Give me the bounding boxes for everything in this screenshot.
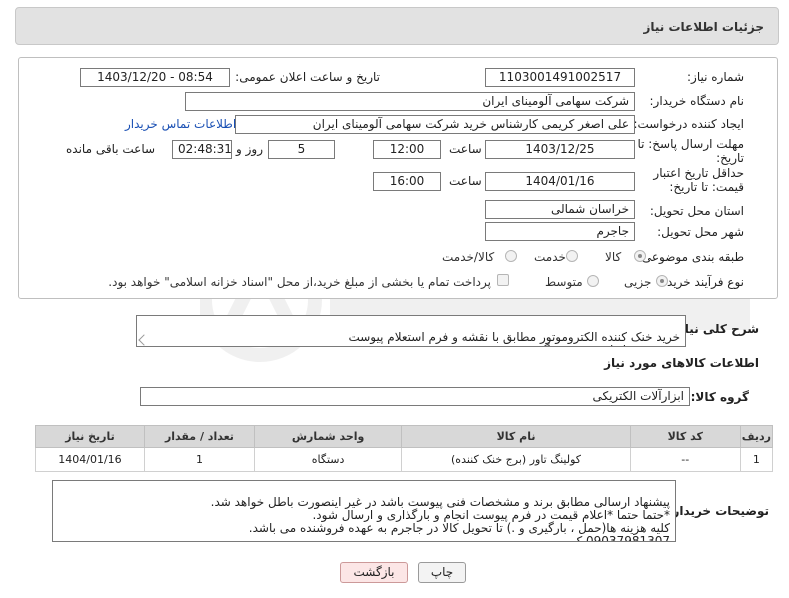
city-field: جاجرم (485, 222, 635, 241)
remaining-time-label: ساعت باقی مانده (66, 142, 156, 156)
need-number-field: 1103001491002517 (485, 68, 635, 87)
buyer-contact-link[interactable]: اطلاعات تماس خریدار (125, 117, 236, 131)
col-row: ردیف (739, 425, 774, 448)
col-name: نام کالا (401, 425, 631, 448)
goods-info-title: اطلاعات کالاهای مورد نیاز (604, 356, 759, 370)
deadline-days-field: 5 (268, 140, 335, 159)
buyer-org-label: نام دستگاه خریدار: (649, 94, 745, 108)
print-button[interactable]: چاپ (418, 562, 466, 583)
deadline-days-label: روز و (236, 142, 263, 156)
treasury-payment-note: پرداخت تمام یا بخشی از مبلغ خرید،از محل … (108, 275, 491, 289)
province-field: خراسان شمالی (485, 200, 635, 219)
process-medium-label: متوسط (545, 275, 583, 289)
goods-table: ردیف کد کالا نام کالا واحد شمارش تعداد /… (35, 425, 774, 472)
process-radio-minor[interactable] (656, 275, 668, 287)
cell-code: -- (629, 447, 741, 472)
buyer-notes-box[interactable]: پیشنهاد ارسالی مطابق برند و مشخصات فنی پ… (52, 480, 676, 542)
requester-label: ایجاد کننده درخواست: (633, 117, 744, 131)
goods-group-label: گروه کالا: (690, 390, 749, 404)
category-service-label: خدمت (534, 250, 566, 264)
category-radio-service[interactable] (566, 250, 578, 262)
deadline-date-field: 1403/12/25 (485, 140, 635, 159)
table-header-row: ردیف کد کالا نام کالا واحد شمارش تعداد /… (35, 425, 774, 448)
announce-field: 1403/12/20 - 08:54 (80, 68, 230, 87)
treasury-payment-checkbox[interactable] (497, 274, 509, 286)
cell-need-date: 1404/01/16 (35, 447, 145, 472)
cell-row: 1 (739, 447, 774, 472)
page-title: جزئیات اطلاعات نیاز (643, 20, 764, 34)
process-minor-label: جزیی (624, 275, 652, 289)
category-goods-label: کالا (605, 250, 622, 264)
category-radio-goods[interactable] (634, 250, 646, 262)
buyer-org-field: شرکت سهامی آلومینای ایران (185, 92, 635, 111)
category-goods-service-label: کالا/خدمت (442, 250, 495, 264)
buyer-notes-text: پیشنهاد ارسالی مطابق برند و مشخصات فنی پ… (210, 495, 670, 542)
cell-quantity: 1 (143, 447, 255, 472)
general-desc-box[interactable]: خرید خنک کننده الکتروموتور مطابق با نقشه… (136, 315, 686, 347)
cell-unit: دستگاه (253, 447, 403, 472)
col-need-date: تاریخ نیاز (35, 425, 145, 448)
goods-group-field: ابزارآلات الکتریکی (140, 387, 690, 406)
page-header: جزئیات اطلاعات نیاز (15, 7, 779, 45)
col-code: کد کالا (629, 425, 741, 448)
deadline-time-label: ساعت (449, 142, 482, 156)
validity-time-label: ساعت (449, 174, 482, 188)
deadline-label: مهلت ارسال پاسخ: تا تاریخ: (637, 137, 744, 165)
table-row[interactable]: 1 -- کولینگ تاور (برج خنک کننده) دستگاه … (35, 447, 774, 472)
need-number-label: شماره نیاز: (687, 70, 744, 84)
col-quantity: تعداد / مقدار (143, 425, 255, 448)
validity-label: حداقل تاریخ اعتبار قیمت: تا تاریخ: (653, 166, 744, 194)
validity-date-field: 1404/01/16 (485, 172, 635, 191)
buyer-notes-label: توضیحات خریدار: (667, 504, 769, 518)
process-radio-medium[interactable] (587, 275, 599, 287)
announce-label: تاریخ و ساعت اعلان عمومی: (235, 70, 380, 84)
back-button[interactable]: بازگشت (340, 562, 408, 583)
province-label: استان محل تحویل: (649, 204, 744, 218)
col-unit: واحد شمارش (253, 425, 403, 448)
category-radio-goods-service[interactable] (505, 250, 517, 262)
city-label: شهر محل تحویل: (657, 225, 744, 239)
resize-grip-icon[interactable] (138, 334, 150, 346)
validity-time-field: 16:00 (373, 172, 441, 191)
requester-field: علی اصغر کریمی کارشناس خرید شرکت سهامی آ… (235, 115, 635, 134)
deadline-time-field: 12:00 (373, 140, 441, 159)
remaining-time-field: 02:48:31 (172, 140, 232, 159)
cell-name: کولینگ تاور (برج خنک کننده) (401, 447, 631, 472)
category-label: طبقه بندی موضوعی: (637, 250, 744, 264)
general-desc-text: خرید خنک کننده الکتروموتور مطابق با نقشه… (348, 330, 680, 347)
process-label: نوع فرآیند خرید : (659, 275, 744, 289)
